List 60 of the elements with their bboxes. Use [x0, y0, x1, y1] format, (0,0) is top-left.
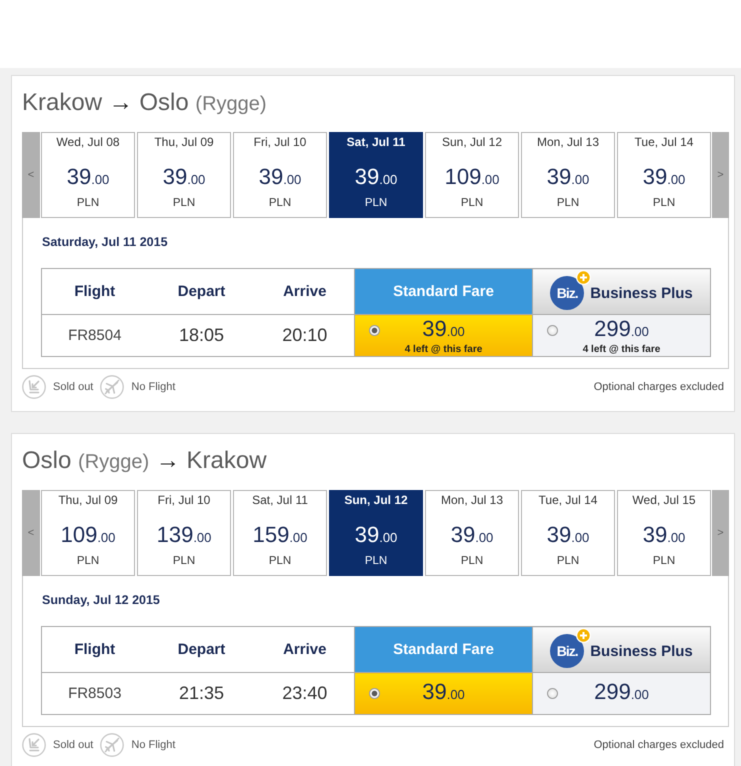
- fare-cell[interactable]: 39.00: [354, 672, 532, 714]
- legend-label: Sold out: [53, 381, 94, 393]
- seat-icon: [22, 375, 46, 399]
- plus-icon: [576, 628, 592, 643]
- plane-icon: [100, 375, 124, 399]
- flight-number: FR8503: [42, 672, 148, 714]
- date-tab[interactable]: Thu, Jul 09 39.00 PLN: [137, 132, 231, 218]
- selected-date-heading: Saturday, Jul 11 2015: [42, 235, 168, 249]
- arrival-time: 23:40: [256, 672, 354, 714]
- radio-button[interactable]: [368, 688, 380, 699]
- arrival-time: 20:10: [256, 314, 354, 356]
- column-header: Depart: [148, 626, 256, 672]
- fare-cell[interactable]: 299.00 4 left @ this fare: [532, 314, 710, 356]
- fare-price: 299.00: [594, 316, 649, 342]
- column-header: Flight: [42, 626, 148, 672]
- date-tab[interactable]: Tue, Jul 14 39.00 PLN: [617, 132, 711, 218]
- departure-time: 21:35: [148, 672, 256, 714]
- radio-button[interactable]: [546, 324, 558, 336]
- date-tab[interactable]: Wed, Jul 15 39.00 PLN: [617, 490, 711, 576]
- date-tab[interactable]: Tue, Jul 14 39.00 PLN: [521, 490, 615, 576]
- date-tab[interactable]: Mon, Jul 13 39.00 PLN: [425, 490, 519, 576]
- biz-logo: Biz.: [550, 634, 584, 668]
- radio-button[interactable]: [368, 324, 380, 336]
- biz-logo: Biz.: [550, 276, 584, 310]
- date-tab[interactable]: Thu, Jul 09 109.00 PLN: [41, 490, 135, 576]
- date-tab[interactable]: Wed, Jul 08 39.00 PLN: [41, 132, 135, 218]
- seat-icon: [22, 733, 46, 757]
- route-title: Krakow → Oslo (Rygge): [22, 88, 267, 118]
- plus-icon: [576, 270, 592, 285]
- legend-label: No Flight: [131, 739, 176, 751]
- date-tab[interactable]: Sat, Jul 11 159.00 PLN: [233, 490, 327, 576]
- seats-left-note: 4 left @ this fare: [582, 344, 660, 354]
- fare-price: 39.00: [422, 680, 465, 706]
- flight-number: FR8504: [42, 314, 148, 356]
- date-tab[interactable]: Sun, Jul 12 109.00 PLN: [425, 132, 519, 218]
- column-header: Depart: [148, 268, 256, 314]
- route-title: Oslo (Rygge) → Krakow: [22, 446, 267, 476]
- date-tab[interactable]: Mon, Jul 13 39.00 PLN: [521, 132, 615, 218]
- fare-cell[interactable]: 299.00: [532, 672, 710, 714]
- charges-note: Optional charges excluded: [594, 381, 724, 393]
- fare-price: 299.00: [594, 680, 649, 706]
- fare-price: 39.00: [422, 316, 465, 342]
- fare-cell[interactable]: 39.00 4 left @ this fare: [354, 314, 532, 356]
- radio-button[interactable]: [546, 688, 558, 699]
- fare-name: Business Plus: [590, 642, 693, 660]
- plane-icon: [100, 733, 124, 757]
- date-tab[interactable]: Sat, Jul 11 39.00 PLN: [329, 132, 423, 218]
- date-tab[interactable]: Fri, Jul 10 139.00 PLN: [137, 490, 231, 576]
- selected-date-heading: Sunday, Jul 12 2015: [42, 593, 160, 607]
- fare-column-header: Standard Fare: [354, 268, 532, 314]
- legend-label: Sold out: [53, 739, 94, 751]
- charges-note: Optional charges excluded: [594, 739, 724, 751]
- fare-name: Business Plus: [590, 284, 693, 302]
- departure-time: 18:05: [148, 314, 256, 356]
- date-tab[interactable]: Fri, Jul 10 39.00 PLN: [233, 132, 327, 218]
- fare-column-header: Standard Fare: [354, 626, 532, 672]
- seats-left-note: 4 left @ this fare: [404, 344, 482, 354]
- date-tab[interactable]: Sun, Jul 12 39.00 PLN: [329, 490, 423, 576]
- column-header: Flight: [42, 268, 148, 314]
- legend-label: No Flight: [131, 381, 176, 393]
